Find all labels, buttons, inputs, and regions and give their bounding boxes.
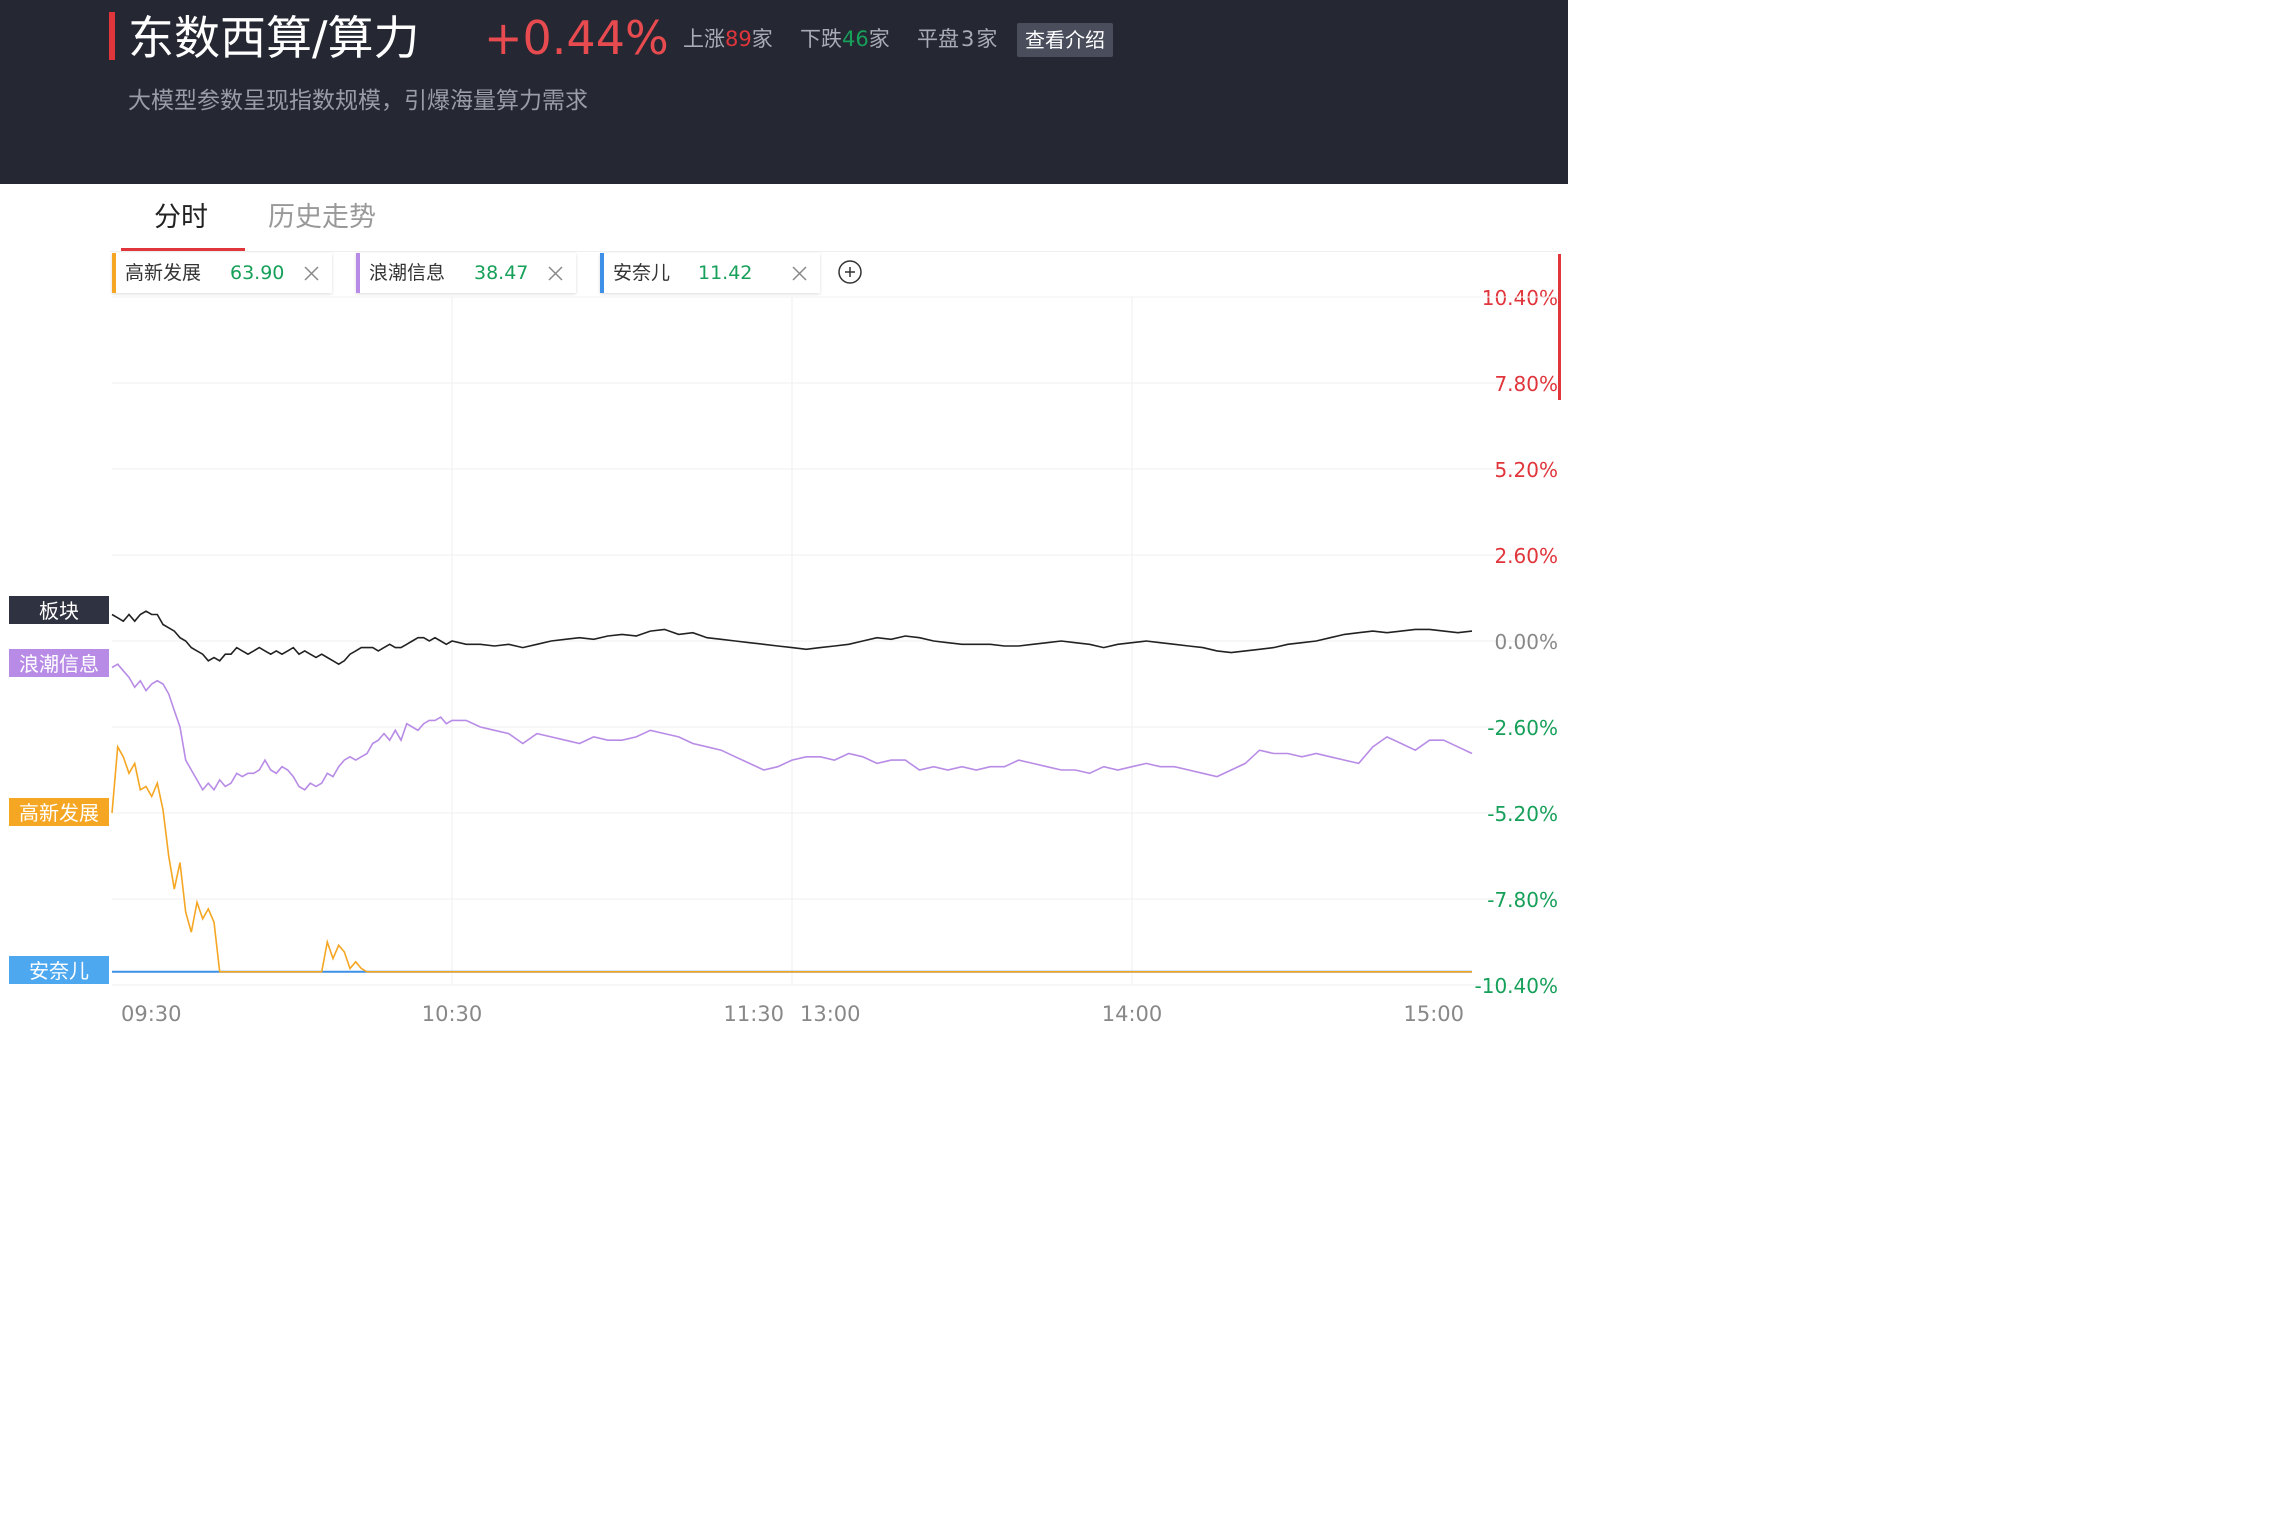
y-tick-label: 0.00% [1494,630,1558,654]
x-tick-label: 14:00 [1102,1002,1163,1026]
y-tick-label: -10.40% [1475,974,1558,998]
series-label: 安奈儿 [29,959,89,983]
y-tick-label: -5.20% [1487,802,1558,826]
x-tick-label: 11:30 [723,1002,784,1026]
y-tick-label: 2.60% [1494,544,1558,568]
x-tick-label: 10:30 [422,1002,483,1026]
series-label: 高新发展 [19,801,99,825]
x-tick-label: 13:00 [800,1002,861,1026]
series-label: 板块 [39,599,79,623]
series-label: 浪潮信息 [19,652,99,676]
x-tick-label: 15:00 [1403,1002,1464,1026]
y-tick-label: -7.80% [1487,888,1558,912]
intraday-chart: 10.40% 7.80% 5.20% 2.60% 0.00% -2.60% -5.20% -7… [9,286,1558,1026]
y-tick-label: 5.20% [1494,458,1558,482]
x-tick-label: 09:30 [121,1002,182,1026]
y-tick-label: -2.60% [1487,716,1558,740]
y-tick-label: 7.80% [1494,372,1558,396]
y-tick-label: 10.40% [1482,286,1558,310]
